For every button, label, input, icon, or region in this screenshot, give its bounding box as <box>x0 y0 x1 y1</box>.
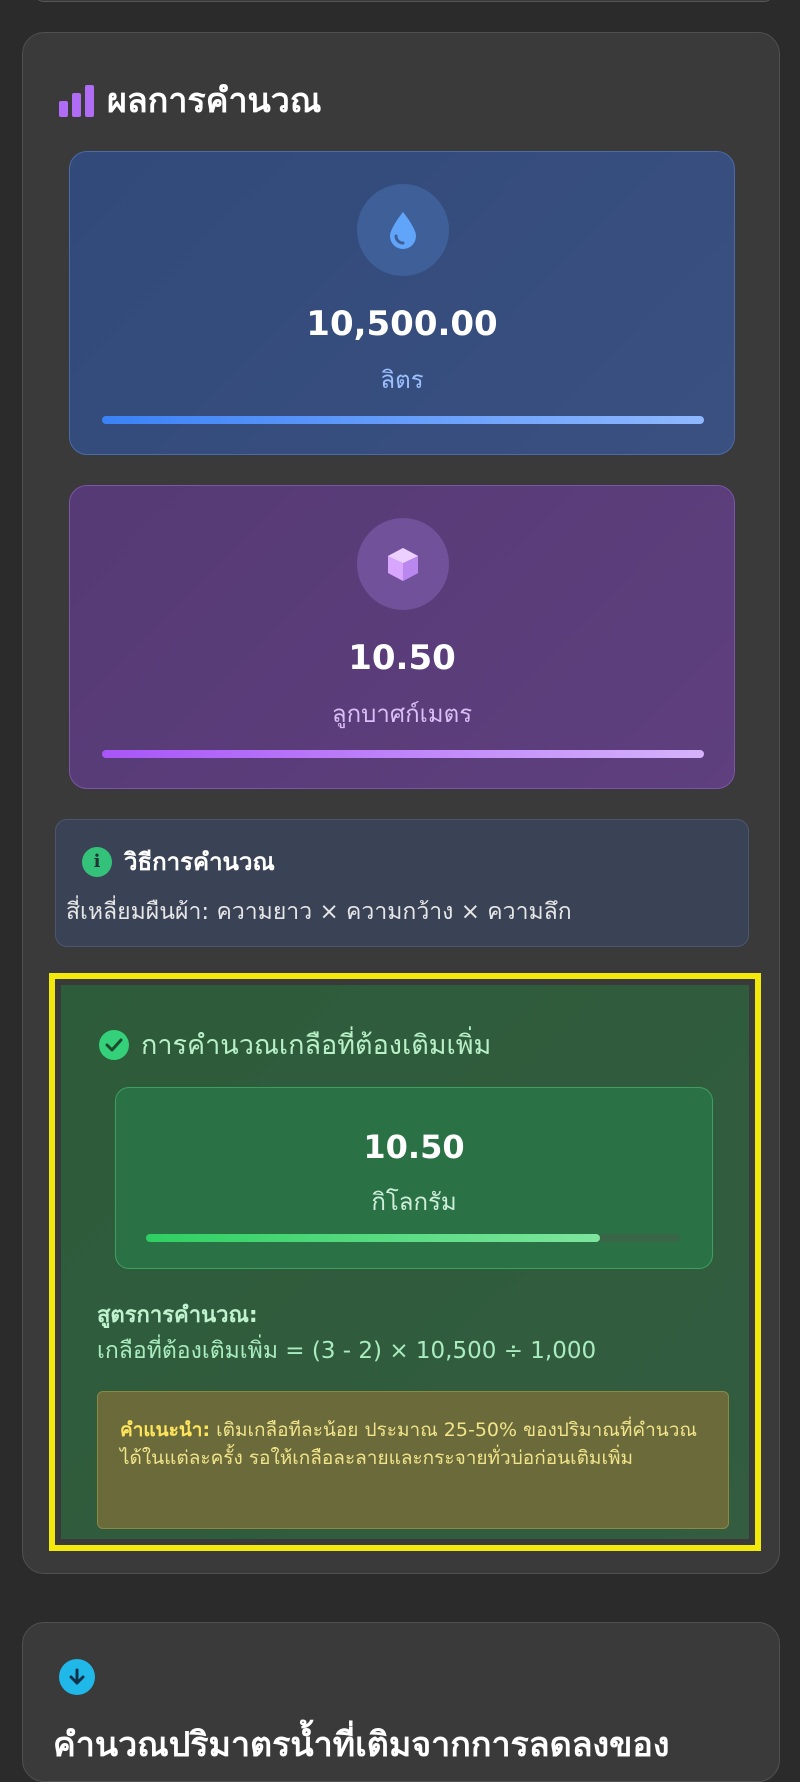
results-title: ผลการคำนวณ <box>107 81 322 121</box>
volume-value: 10.50 <box>348 638 456 678</box>
volume-unit: ลูกบาศก์เมตร <box>331 700 473 728</box>
salt-result-box: 10.50 กิโลกรัม <box>115 1087 713 1269</box>
volume-bar <box>102 750 704 758</box>
formula-text: เกลือที่ต้องเติมเพิ่ม = (3 - 2) × 10,500… <box>97 1338 597 1364</box>
water-drop-icon <box>357 184 449 276</box>
previous-card-edge <box>34 0 774 2</box>
salt-progress-fill <box>146 1234 600 1242</box>
results-header: ผลการคำนวณ <box>59 73 321 127</box>
calculation-method-header: i วิธีการคำนวณ <box>82 842 275 881</box>
salt-value: 10.50 <box>363 1128 465 1166</box>
calculation-method-title: วิธีการคำนวณ <box>124 848 275 876</box>
next-section-title: คำนวณปริมาตรน้ำที่เติมจากการลดลงของ <box>53 1725 670 1765</box>
salt-calculation-header: การคำนวณเกลือที่ต้องเติมเพิ่ม <box>99 1023 491 1066</box>
volume-cubic-meters-card: 10.50 ลูกบาศก์เมตร <box>69 485 735 789</box>
salt-calculation-title: การคำนวณเกลือที่ต้องเติมเพิ่ม <box>141 1030 492 1061</box>
water-liters-card: 10,500.00 ลิตร <box>69 151 735 455</box>
tip-label: คำแนะนำ: <box>120 1419 211 1441</box>
water-liters-bar <box>102 416 704 424</box>
water-liters-unit: ลิตร <box>380 366 424 394</box>
arrow-down-circle-icon <box>59 1659 95 1695</box>
next-section-card: คำนวณปริมาตรน้ำที่เติมจากการลดลงของ <box>22 1622 780 1782</box>
calculation-method-text: สี่เหลี่ยมผืนผ้า: ความยาว × ความกว้าง × … <box>66 899 572 925</box>
salt-calculation-card: การคำนวณเกลือที่ต้องเติมเพิ่ม 10.50 กิโล… <box>61 985 749 1539</box>
bar-chart-icon <box>59 83 97 117</box>
info-icon: i <box>82 846 112 877</box>
water-liters-value: 10,500.00 <box>306 304 498 344</box>
tip-box: คำแนะนำ: เติมเกลือทีละน้อย ประมาณ 25-50%… <box>97 1391 729 1529</box>
formula-label: สูตรการคำนวณ: <box>97 1303 258 1328</box>
calculation-method-box: i วิธีการคำนวณ สี่เหลี่ยมผืนผ้า: ความยาว… <box>55 819 749 947</box>
salt-unit: กิโลกรัม <box>371 1188 457 1216</box>
highlight-frame: การคำนวณเกลือที่ต้องเติมเพิ่ม 10.50 กิโล… <box>49 973 761 1551</box>
cube-icon <box>357 518 449 610</box>
salt-progress-track <box>146 1234 680 1242</box>
results-card: ผลการคำนวณ 10,500.00 ลิตร 10.50 ลูกบาศก์… <box>22 32 780 1574</box>
check-circle-icon <box>99 1029 129 1060</box>
